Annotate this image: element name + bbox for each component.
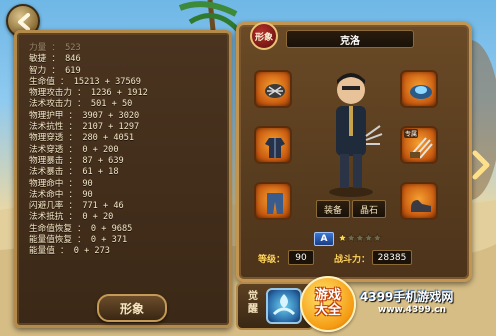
equipment-slot-accessory[interactable] [400,70,438,108]
gem-accessory-icon [410,85,432,99]
rank-badge: A [314,232,334,246]
hero-portrait [329,73,383,197]
star-icon [338,232,348,243]
star-icon [346,232,357,243]
watermark-url: www.4399.cn [378,305,446,315]
claw-weapon-icon [265,84,285,98]
stat-row: 法术攻击力 ： 501 + 50 [29,99,133,110]
back-arrow-icon [18,13,30,31]
right-arrow-icon[interactable] [472,150,490,180]
stat-row: 智力 ： 619 [29,65,81,76]
stat-row: 闪避几率 ： 771 + 46 [29,201,124,212]
stat-row: 敏捷 ： 846 [29,54,81,65]
crystal-button[interactable]: 晶石 [352,200,386,218]
stat-row: 能量值恢复 ： 0 + 371 [29,235,128,246]
awaken-label: 觉醒 [248,291,258,315]
stat-row: 生命值恢复 ： 0 + 9685 [29,223,133,234]
stat-row: 生命值 ： 15213 + 37569 [29,76,141,87]
claws-icon [410,137,433,159]
stat-row: 物理命中 ： 90 [29,178,93,189]
stat-row: 法术穿透 ： 0 + 200 [29,144,119,155]
star-icon [355,232,365,243]
coat-icon [265,138,285,158]
stat-row: 法术抵抗 ： 0 + 20 [29,212,114,223]
stat-row: 物理攻击力 ： 1236 + 1912 [29,88,148,99]
hero-name: 克洛 [286,30,414,48]
stats-panel: 力量 ： 523 敏捷 ： 846 智力 ： 619 生命值 ： 15213 + 37… [14,30,232,328]
stat-row: 力量 ： 523 [29,43,81,53]
stats-list[interactable]: 力量 ： 523 敏捷 ： 846 智力 ： 619 生命值 ： 15213 + 37… [29,43,225,258]
stat-row: 法术暴击 ： 61 + 18 [29,167,119,178]
watermark-logo-text: 游戏 大全 [314,288,341,318]
level-label: 等级： [258,255,286,265]
stat-row: 法术命中 ： 90 [29,189,93,200]
power-label: 战斗力： [334,255,371,265]
shoes-icon [411,200,431,212]
equipment-button[interactable]: 装备 [316,200,350,218]
watermark-site-name: 4399手机游戏网 [360,290,454,304]
equipment-slot-armor[interactable] [254,126,292,164]
stat-row: 物理护甲 ： 3907 + 3020 [29,110,140,121]
stat-row: 法术抗性 ： 2107 + 1297 [29,122,140,133]
equipment-slot-exclusive[interactable]: 专属 [400,126,438,164]
equipment-slot-weapon[interactable] [254,70,292,108]
star-icon [363,232,374,243]
awaken-button[interactable] [266,288,302,324]
star-icon [372,232,382,243]
stat-row: 物理暴击 ： 87 + 639 [29,155,124,166]
star-rating [338,232,382,243]
tab-appearance[interactable]: 形象 [250,22,278,50]
power-value: 28385 [372,250,412,265]
stat-row: 物理穿透 ： 280 + 4051 [29,133,135,144]
equipment-slot-shoes[interactable] [400,182,438,220]
equipment-slot-pants[interactable] [254,182,292,220]
appearance-button[interactable]: 形象 [97,294,167,322]
pants-icon [267,193,283,214]
awaken-icon [272,294,296,316]
stat-row: 能量值 ： 0 + 273 [29,246,110,257]
level-value: 90 [288,250,314,265]
